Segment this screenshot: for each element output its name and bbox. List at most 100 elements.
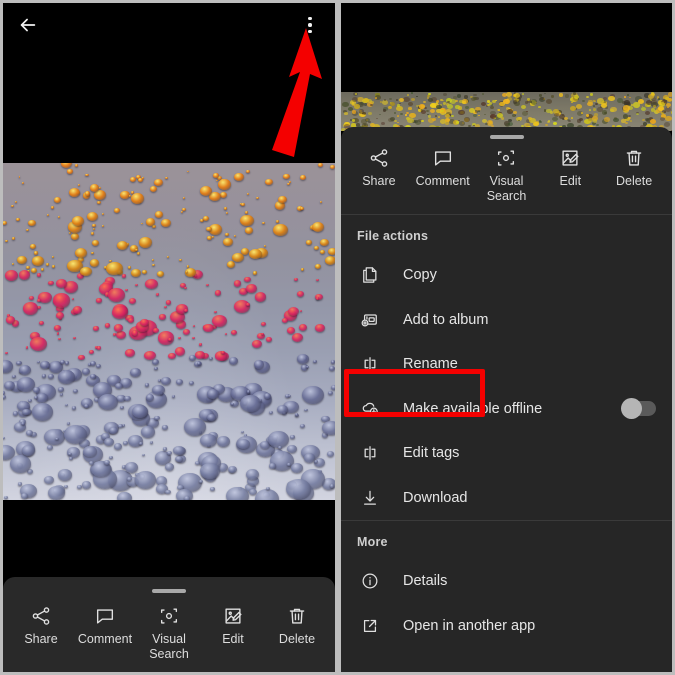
photo-speckle (426, 94, 431, 98)
water-droplet (47, 373, 54, 379)
water-droplet (67, 169, 73, 174)
action-edit[interactable]: Edit (201, 605, 265, 647)
water-droplet (318, 163, 324, 168)
water-droplet (105, 323, 111, 328)
sheet-grabber[interactable] (489, 135, 524, 139)
trash-icon (623, 147, 645, 169)
menu-item-label: Copy (403, 267, 437, 284)
rename-icon (357, 354, 383, 374)
action-label: Edit (222, 632, 244, 646)
water-droplet (162, 425, 168, 430)
photo-image (3, 163, 335, 500)
menu-item-details[interactable]: Details (341, 559, 672, 604)
menu-item-open-in-another-app[interactable]: Open in another app (341, 604, 672, 649)
water-droplet (156, 270, 165, 277)
photo-speckle (592, 108, 596, 111)
water-droplet (69, 187, 81, 197)
action-delete[interactable]: Delete (602, 147, 666, 189)
water-droplet (287, 182, 290, 185)
action-edit[interactable]: Edit (538, 147, 602, 189)
water-droplet (292, 333, 304, 343)
water-droplet (222, 238, 233, 247)
water-droplet (275, 220, 279, 224)
water-droplet (182, 207, 187, 211)
water-droplet (11, 237, 16, 240)
water-droplet (25, 346, 29, 349)
action-visual-search[interactable]: Visual Search (475, 147, 539, 204)
overflow-menu-button[interactable] (299, 12, 321, 38)
water-droplet (223, 207, 228, 211)
offline-toggle-switch[interactable] (621, 398, 656, 420)
photo-speckle (389, 98, 393, 101)
water-droplet (45, 263, 49, 266)
section-title-file-actions: File actions (357, 229, 429, 243)
water-droplet (114, 324, 124, 332)
menu-item-download[interactable]: Download (341, 476, 672, 521)
menu-item-add-to-album[interactable]: Add to album (341, 298, 672, 343)
photo-speckle (396, 106, 403, 112)
water-droplet (53, 196, 62, 204)
water-droplet (32, 387, 40, 394)
water-droplet (155, 293, 159, 296)
menu-item-edit-tags[interactable]: Edit tags (341, 431, 672, 476)
water-droplet (96, 364, 102, 369)
water-droplet (34, 395, 38, 399)
water-droplet (47, 444, 54, 450)
action-comment[interactable]: Comment (411, 147, 475, 189)
water-droplet (297, 290, 305, 297)
photo-speckle (393, 112, 396, 114)
water-droplet (91, 223, 96, 227)
water-droplet (203, 323, 214, 333)
water-droplet (101, 213, 104, 215)
water-droplet (182, 329, 190, 335)
water-droplet (114, 382, 123, 390)
action-share[interactable]: Share (347, 147, 411, 189)
left-panel-photo-viewer: Share Comment Visual Search Edit Delete (3, 3, 335, 672)
water-droplet (146, 218, 155, 226)
photo-speckle (361, 114, 366, 118)
water-droplet (214, 290, 222, 296)
photo-speckle (592, 104, 595, 107)
sheet-action-row: Share Comment Visual Search Edit Delete (341, 143, 672, 214)
photo-speckle (422, 100, 426, 103)
water-droplet (43, 428, 65, 446)
photo-speckle (380, 101, 382, 103)
share-icon (368, 147, 390, 169)
water-droplet (16, 255, 28, 265)
water-droplet (109, 455, 113, 459)
photo-speckle (603, 97, 608, 101)
photo-speckle (364, 103, 367, 106)
water-droplet (13, 411, 19, 416)
photo-speckle (430, 108, 436, 113)
water-droplet (187, 170, 190, 173)
action-comment[interactable]: Comment (73, 605, 137, 647)
water-droplet (152, 384, 165, 395)
menu-item-rename[interactable]: Rename (341, 342, 672, 387)
water-droplet (277, 405, 288, 414)
menu-item-make-available-offline[interactable]: Make available offline (341, 387, 672, 432)
water-droplet (159, 314, 166, 320)
menu-item-copy[interactable]: Copy (341, 253, 672, 298)
photo-speckle (462, 98, 469, 104)
action-delete[interactable]: Delete (265, 605, 329, 647)
action-share[interactable]: Share (9, 605, 73, 647)
water-droplet (281, 317, 288, 324)
viewer-action-sheet: Share Comment Visual Search Edit Delete (3, 577, 335, 672)
comment-icon (94, 605, 116, 627)
water-droplet (86, 211, 98, 221)
photo-speckle (592, 119, 598, 123)
photo-speckle (531, 99, 538, 105)
water-droplet (3, 436, 6, 440)
water-droplet (213, 173, 220, 178)
water-droplet (111, 305, 128, 319)
back-button[interactable] (17, 14, 39, 36)
water-droplet (51, 255, 55, 258)
water-droplet (184, 496, 191, 500)
water-droplet (56, 279, 67, 288)
water-droplet (56, 332, 60, 335)
sheet-grabber[interactable] (152, 589, 186, 593)
water-droplet (152, 327, 159, 333)
water-droplet (52, 293, 71, 308)
action-visual-search[interactable]: Visual Search (137, 605, 201, 662)
water-droplet (241, 430, 245, 434)
